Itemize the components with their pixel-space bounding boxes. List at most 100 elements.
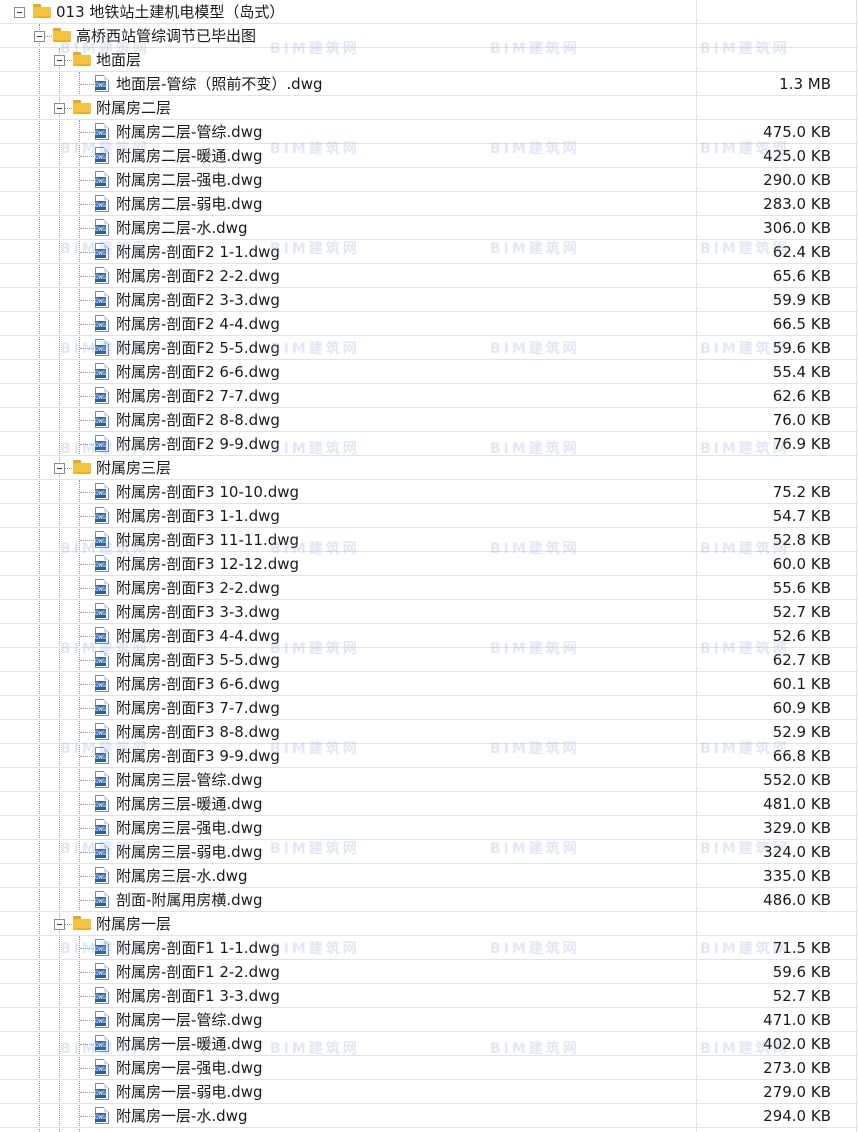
dwg-file-icon: DWG xyxy=(95,507,109,524)
file-name: 附属房-剖面F1 3-3.dwg xyxy=(116,987,280,1005)
tree-file-row[interactable]: DWG 附属房-剖面F3 11-11.dwg 52.8 KB xyxy=(0,528,858,552)
file-size: 52.7 KB xyxy=(772,987,831,1005)
tree-file-row[interactable]: DWG 附属房-剖面F3 2-2.dwg 55.6 KB xyxy=(0,576,858,600)
dwg-file-icon: DWG xyxy=(95,651,109,668)
file-size: 60.0 KB xyxy=(772,555,831,573)
tree-file-row[interactable]: DWG 附属房-剖面F3 10-10.dwg 75.2 KB xyxy=(0,480,858,504)
file-size: 273.0 KB xyxy=(763,1059,831,1077)
tree-folder-row[interactable]: 附属房二层 xyxy=(0,96,858,120)
file-name: 附属房二层-强电.dwg xyxy=(116,171,263,189)
dwg-file-icon: DWG xyxy=(95,1083,109,1100)
tree-folder-row[interactable]: 附属房三层 xyxy=(0,456,858,480)
file-name: 附属房-剖面F3 7-7.dwg xyxy=(116,699,280,717)
file-name: 地面层-管综（照前不变）.dwg xyxy=(116,75,323,93)
tree-file-row[interactable]: DWG 附属房-剖面F2 6-6.dwg 55.4 KB xyxy=(0,360,858,384)
collapse-toggle-icon[interactable] xyxy=(54,463,65,474)
dwg-file-icon: DWG xyxy=(95,195,109,212)
tree-file-row[interactable]: DWG 附属房二层-水.dwg 306.0 KB xyxy=(0,216,858,240)
tree-branch-line xyxy=(80,492,94,493)
tree-file-row[interactable]: DWG 附属房-剖面F3 6-6.dwg 60.1 KB xyxy=(0,672,858,696)
tree-file-row[interactable]: DWG 附属房三层-弱电.dwg 324.0 KB xyxy=(0,840,858,864)
tree-file-row[interactable]: DWG 附属房-剖面F3 7-7.dwg 60.9 KB xyxy=(0,696,858,720)
tree-file-row[interactable]: DWG 附属房一层-管综.dwg 471.0 KB xyxy=(0,1008,858,1032)
tree-file-row[interactable]: DWG 附属房二层-暖通.dwg 425.0 KB xyxy=(0,144,858,168)
tree-file-row[interactable]: DWG 附属房-剖面F3 5-5.dwg 62.7 KB xyxy=(0,648,858,672)
tree-file-row[interactable]: DWG 附属房二层-弱电.dwg 283.0 KB xyxy=(0,192,858,216)
tree-file-row[interactable]: DWG 附属房-剖面F1 1-1.dwg 71.5 KB xyxy=(0,936,858,960)
tree-file-row[interactable]: DWG 附属房一层-暖通.dwg 402.0 KB xyxy=(0,1032,858,1056)
folder-icon xyxy=(53,28,71,42)
tree-file-row[interactable]: DWG 附属房-剖面F1 2-2.dwg 59.6 KB xyxy=(0,960,858,984)
tree-branch-line xyxy=(80,780,94,781)
tree-branch-line xyxy=(80,1020,94,1021)
file-size: 324.0 KB xyxy=(763,843,831,861)
file-size: 335.0 KB xyxy=(763,867,831,885)
tree-file-row[interactable]: DWG 附属房-剖面F3 1-1.dwg 54.7 KB xyxy=(0,504,858,528)
dwg-file-icon: DWG xyxy=(95,843,109,860)
folder-name: 附属房二层 xyxy=(96,99,172,117)
tree-file-row[interactable]: DWG 附属房-剖面F3 3-3.dwg 52.7 KB xyxy=(0,600,858,624)
tree-file-row[interactable]: DWG 附属房-剖面F2 9-9.dwg 76.9 KB xyxy=(0,432,858,456)
file-name: 附属房三层-管综.dwg xyxy=(116,771,263,789)
dwg-file-icon: DWG xyxy=(95,963,109,980)
file-size: 471.0 KB xyxy=(763,1011,831,1029)
tree-branch-line xyxy=(80,84,94,85)
tree-file-row[interactable]: DWG 附属房-剖面F2 5-5.dwg 59.6 KB xyxy=(0,336,858,360)
tree-file-row[interactable]: DWG 附属房三层-管综.dwg 552.0 KB xyxy=(0,768,858,792)
tree-file-row[interactable]: DWG 附属房一层-水.dwg 294.0 KB xyxy=(0,1104,858,1128)
tree-branch-line xyxy=(65,108,72,109)
dwg-file-icon: DWG xyxy=(95,411,109,428)
tree-file-row[interactable]: DWG 附属房-剖面F2 1-1.dwg 62.4 KB xyxy=(0,240,858,264)
tree-branch-line xyxy=(80,396,94,397)
tree-file-row[interactable]: DWG 附属房三层-水.dwg 335.0 KB xyxy=(0,864,858,888)
tree-file-row[interactable]: DWG 附属房三层-强电.dwg 329.0 KB xyxy=(0,816,858,840)
file-name: 附属房-剖面F3 11-11.dwg xyxy=(116,531,300,549)
dwg-file-icon: DWG xyxy=(95,867,109,884)
dwg-file-icon: DWG xyxy=(95,675,109,692)
tree-file-row[interactable]: DWG 附属房二层-强电.dwg 290.0 KB xyxy=(0,168,858,192)
file-size: 52.9 KB xyxy=(772,723,831,741)
tree-file-row[interactable]: DWG 附属房-剖面F1 3-3.dwg 52.7 KB xyxy=(0,984,858,1008)
file-name: 附属房-剖面F3 4-4.dwg xyxy=(116,627,280,645)
tree-folder-row[interactable]: 013 地铁站土建机电模型（岛式） xyxy=(0,0,858,24)
tree-file-row[interactable]: DWG 附属房-剖面F3 12-12.dwg 60.0 KB xyxy=(0,552,858,576)
dwg-file-icon: DWG xyxy=(95,435,109,452)
file-name: 附属房一层-强电.dwg xyxy=(116,1059,263,1077)
tree-file-row[interactable]: DWG 附属房一层-强电.dwg 273.0 KB xyxy=(0,1056,858,1080)
tree-file-row[interactable]: DWG 附属房-剖面F3 8-8.dwg 52.9 KB xyxy=(0,720,858,744)
tree-file-row[interactable]: DWG 附属房-剖面F2 2-2.dwg 65.6 KB xyxy=(0,264,858,288)
tree-file-row[interactable]: DWG 附属房-剖面F3 4-4.dwg 52.6 KB xyxy=(0,624,858,648)
collapse-toggle-icon[interactable] xyxy=(54,919,65,930)
tree-branch-line xyxy=(80,612,94,613)
tree-file-row[interactable]: DWG 附属房-剖面F2 7-7.dwg 62.6 KB xyxy=(0,384,858,408)
tree-folder-row[interactable]: 高桥西站管综调节已毕出图 xyxy=(0,24,858,48)
collapse-toggle-icon[interactable] xyxy=(34,31,45,42)
dwg-file-icon: DWG xyxy=(95,627,109,644)
tree-folder-row[interactable]: 附属房一层 xyxy=(0,912,858,936)
dwg-file-icon: DWG xyxy=(95,747,109,764)
folder-icon xyxy=(73,460,91,474)
file-name: 附属房-剖面F3 9-9.dwg xyxy=(116,747,280,765)
tree-folder-row[interactable]: 地面层 xyxy=(0,48,858,72)
tree-file-row[interactable]: DWG 附属房一层-弱电.dwg 279.0 KB xyxy=(0,1080,858,1104)
dwg-file-icon: DWG xyxy=(95,171,109,188)
file-name: 附属房二层-管综.dwg xyxy=(116,123,263,141)
file-name: 附属房-剖面F3 3-3.dwg xyxy=(116,603,280,621)
tree-file-row[interactable]: DWG 地面层-管综（照前不变）.dwg 1.3 MB xyxy=(0,72,858,96)
file-size: 71.5 KB xyxy=(772,939,831,957)
tree-branch-line xyxy=(80,180,94,181)
file-size: 55.6 KB xyxy=(772,579,831,597)
tree-file-row[interactable]: DWG 附属房-剖面F2 3-3.dwg 59.9 KB xyxy=(0,288,858,312)
tree-branch-line xyxy=(80,1044,94,1045)
tree-file-row[interactable]: DWG 附属房-剖面F2 8-8.dwg 76.0 KB xyxy=(0,408,858,432)
collapse-toggle-icon[interactable] xyxy=(14,7,25,18)
tree-file-row[interactable]: DWG 附属房三层-暖通.dwg 481.0 KB xyxy=(0,792,858,816)
tree-file-row[interactable]: DWG 附属房-剖面F3 9-9.dwg 66.8 KB xyxy=(0,744,858,768)
file-name: 附属房-剖面F2 7-7.dwg xyxy=(116,387,280,405)
collapse-toggle-icon[interactable] xyxy=(54,103,65,114)
collapse-toggle-icon[interactable] xyxy=(54,55,65,66)
tree-file-row[interactable]: DWG 附属房-剖面F2 4-4.dwg 66.5 KB xyxy=(0,312,858,336)
tree-file-row[interactable]: DWG 附属房二层-管综.dwg 475.0 KB xyxy=(0,120,858,144)
tree-file-row[interactable]: DWG 剖面-附属用房横.dwg 486.0 KB xyxy=(0,888,858,912)
dwg-file-icon: DWG xyxy=(95,603,109,620)
